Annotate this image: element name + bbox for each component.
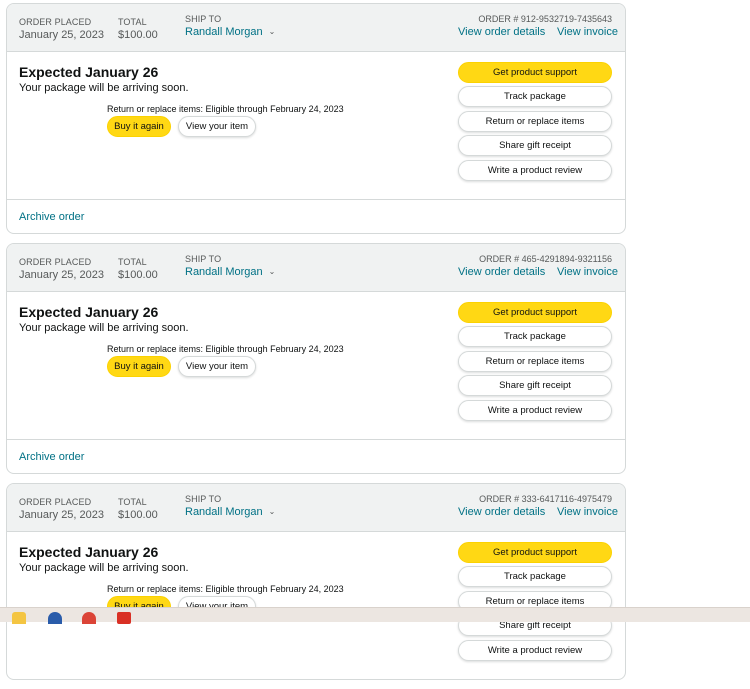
order-header: ORDER PLACED January 25, 2023 TOTAL $100… xyxy=(7,244,625,292)
return-replace-button[interactable]: Return or replace items xyxy=(458,111,612,132)
order-footer: Archive order xyxy=(7,199,625,233)
return-eligibility: Return or replace items: Eligible throug… xyxy=(107,584,344,594)
order-number: ORDER # 912-9532719-7435643 xyxy=(478,14,612,24)
chrome-icon[interactable] xyxy=(82,612,96,624)
edge-icon[interactable] xyxy=(48,612,62,624)
view-order-details-link[interactable]: View order details xyxy=(458,506,545,518)
file-explorer-icon[interactable] xyxy=(12,612,26,624)
view-order-details-link[interactable]: View order details xyxy=(458,26,545,38)
view-item-button[interactable]: View your item xyxy=(178,356,256,377)
buy-it-again-button[interactable]: Buy it again xyxy=(107,116,171,137)
chevron-down-icon: ⌄ xyxy=(268,267,276,276)
order-body: Expected January 26 Your package will be… xyxy=(7,532,625,679)
chevron-down-icon: ⌄ xyxy=(268,27,276,36)
ship-to-label: SHIP TO xyxy=(185,254,222,264)
write-review-button[interactable]: Write a product review xyxy=(458,160,612,181)
ship-to-name-text: Randall Morgan xyxy=(185,506,263,518)
return-replace-button[interactable]: Return or replace items xyxy=(458,351,612,372)
orders-list: ORDER PLACED January 25, 2023 TOTAL $100… xyxy=(6,3,626,689)
order-date: January 25, 2023 xyxy=(19,509,105,521)
order-header: ORDER PLACED January 25, 2023 TOTAL $100… xyxy=(7,4,625,52)
total-label: TOTAL xyxy=(118,257,147,267)
view-invoice-link[interactable]: View invoice xyxy=(557,266,618,278)
taskbar xyxy=(0,607,750,624)
order-placed-label: ORDER PLACED xyxy=(19,17,92,27)
write-review-button[interactable]: Write a product review xyxy=(458,640,612,661)
app-icon[interactable] xyxy=(117,612,131,624)
view-invoice-link[interactable]: View invoice xyxy=(557,26,618,38)
order-total: $100.00 xyxy=(118,509,158,521)
ship-to-name-text: Randall Morgan xyxy=(185,266,263,278)
order-placed-label: ORDER PLACED xyxy=(19,497,92,507)
order-placed-label: ORDER PLACED xyxy=(19,257,92,267)
archive-order-link[interactable]: Archive order xyxy=(19,451,84,463)
track-package-button[interactable]: Track package xyxy=(458,566,612,587)
return-eligibility: Return or replace items: Eligible throug… xyxy=(107,344,344,354)
write-review-button[interactable]: Write a product review xyxy=(458,400,612,421)
chevron-down-icon: ⌄ xyxy=(268,507,276,516)
ship-to-name[interactable]: Randall Morgan ⌄ xyxy=(185,506,275,518)
order-total: $100.00 xyxy=(118,29,158,41)
order-date: January 25, 2023 xyxy=(19,269,105,281)
ship-to-name[interactable]: Randall Morgan ⌄ xyxy=(185,266,275,278)
order-header: ORDER PLACED January 25, 2023 TOTAL $100… xyxy=(7,484,625,532)
archive-order-link[interactable]: Archive order xyxy=(19,211,84,223)
ship-to-name-text: Randall Morgan xyxy=(185,26,263,38)
order-body: Expected January 26 Your package will be… xyxy=(7,292,625,439)
order-card: ORDER PLACED January 25, 2023 TOTAL $100… xyxy=(6,3,626,234)
share-gift-receipt-button[interactable]: Share gift receipt xyxy=(458,135,612,156)
expected-date: Expected January 26 xyxy=(19,544,159,560)
view-order-details-link[interactable]: View order details xyxy=(458,266,545,278)
ship-to-label: SHIP TO xyxy=(185,14,222,24)
get-product-support-button[interactable]: Get product support xyxy=(458,62,612,83)
order-body: Expected January 26 Your package will be… xyxy=(7,52,625,199)
share-gift-receipt-button[interactable]: Share gift receipt xyxy=(458,375,612,396)
order-card: ORDER PLACED January 25, 2023 TOTAL $100… xyxy=(6,243,626,474)
expected-date: Expected January 26 xyxy=(19,64,159,80)
order-footer: Archive order xyxy=(7,439,625,473)
order-date: January 25, 2023 xyxy=(19,29,105,41)
expected-date: Expected January 26 xyxy=(19,304,159,320)
total-label: TOTAL xyxy=(118,497,147,507)
order-total: $100.00 xyxy=(118,269,158,281)
buy-it-again-button[interactable]: Buy it again xyxy=(107,356,171,377)
track-package-button[interactable]: Track package xyxy=(458,326,612,347)
ship-to-name[interactable]: Randall Morgan ⌄ xyxy=(185,26,275,38)
arrival-status: Your package will be arriving soon. xyxy=(19,82,189,94)
view-item-button[interactable]: View your item xyxy=(178,116,256,137)
arrival-status: Your package will be arriving soon. xyxy=(19,322,189,334)
ship-to-label: SHIP TO xyxy=(185,494,222,504)
get-product-support-button[interactable]: Get product support xyxy=(458,302,612,323)
view-invoice-link[interactable]: View invoice xyxy=(557,506,618,518)
order-card: ORDER PLACED January 25, 2023 TOTAL $100… xyxy=(6,483,626,680)
total-label: TOTAL xyxy=(118,17,147,27)
arrival-status: Your package will be arriving soon. xyxy=(19,562,189,574)
track-package-button[interactable]: Track package xyxy=(458,86,612,107)
get-product-support-button[interactable]: Get product support xyxy=(458,542,612,563)
order-number: ORDER # 465-4291894-9321156 xyxy=(479,254,612,264)
return-eligibility: Return or replace items: Eligible throug… xyxy=(107,104,344,114)
order-number: ORDER # 333-6417116-4975479 xyxy=(479,494,612,504)
